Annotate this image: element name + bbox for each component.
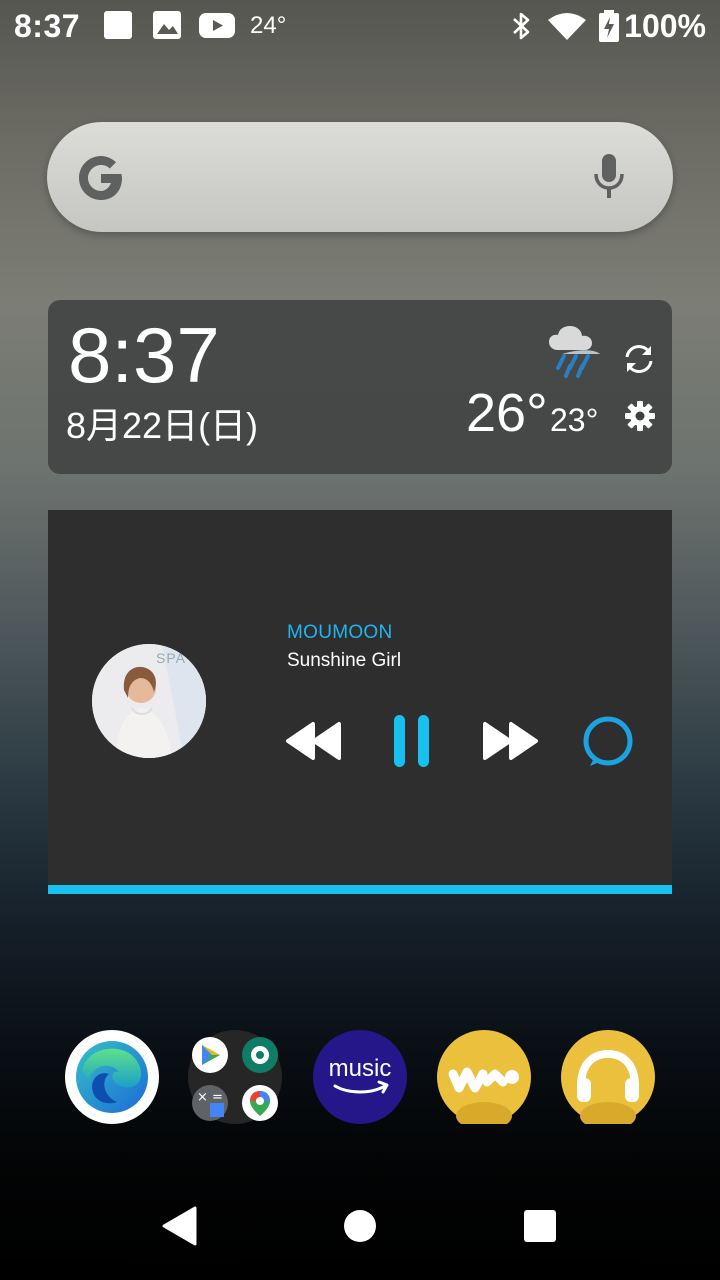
fast-forward-icon[interactable]: [480, 718, 540, 769]
image-icon: [152, 10, 182, 45]
youtube-icon: [199, 10, 235, 45]
clock-weather-widget[interactable]: 8:37 8月22日(日) 26° 23°: [48, 300, 672, 474]
square-notification-icon: [103, 10, 133, 45]
back-icon[interactable]: [161, 1206, 197, 1251]
pause-icon[interactable]: [391, 713, 433, 774]
album-art[interactable]: SPA: [92, 644, 206, 758]
wifi-icon: [548, 12, 586, 45]
widget-date: 8月22日(日): [66, 405, 259, 446]
google-search-bar[interactable]: [47, 122, 673, 232]
playback-progress-bar[interactable]: [48, 885, 672, 894]
headphones-app-icon[interactable]: [561, 1030, 655, 1130]
music-player-widget[interactable]: SPA MOUMOON Sunshine Girl: [48, 510, 672, 894]
status-bar: 8:37 24° 100%: [0, 0, 720, 56]
amazon-music-label: music: [329, 1055, 392, 1082]
bluetooth-icon: [510, 10, 534, 47]
album-art-text: SPA: [156, 650, 186, 666]
status-temperature: 24°: [250, 12, 287, 39]
rain-cloud-icon: [546, 324, 602, 385]
track-artist: MOUMOON: [287, 622, 393, 643]
battery-charging-icon: [598, 10, 620, 47]
svg-text:× =: × =: [197, 1090, 223, 1105]
status-time: 8:37: [14, 8, 81, 44]
recents-icon[interactable]: [523, 1209, 557, 1248]
battery-percent: 100%: [624, 8, 706, 44]
track-title: Sunshine Girl: [287, 650, 402, 671]
microphone-icon[interactable]: [591, 152, 627, 207]
widget-clock-time: 8:37: [68, 311, 220, 399]
edge-icon[interactable]: [65, 1030, 159, 1124]
rewind-icon[interactable]: [284, 718, 344, 769]
weather-high-temp: 26°: [466, 383, 548, 443]
alexa-icon[interactable]: [580, 714, 636, 775]
walkman-icon[interactable]: [437, 1030, 531, 1130]
weather-low-temp: 23°: [550, 402, 599, 438]
app-folder-icon[interactable]: × =: [188, 1030, 282, 1124]
refresh-icon[interactable]: [622, 342, 656, 381]
settings-icon[interactable]: [624, 400, 656, 437]
home-icon[interactable]: [343, 1209, 377, 1248]
amazon-music-icon[interactable]: music: [313, 1030, 407, 1124]
google-g-icon: [75, 152, 127, 209]
